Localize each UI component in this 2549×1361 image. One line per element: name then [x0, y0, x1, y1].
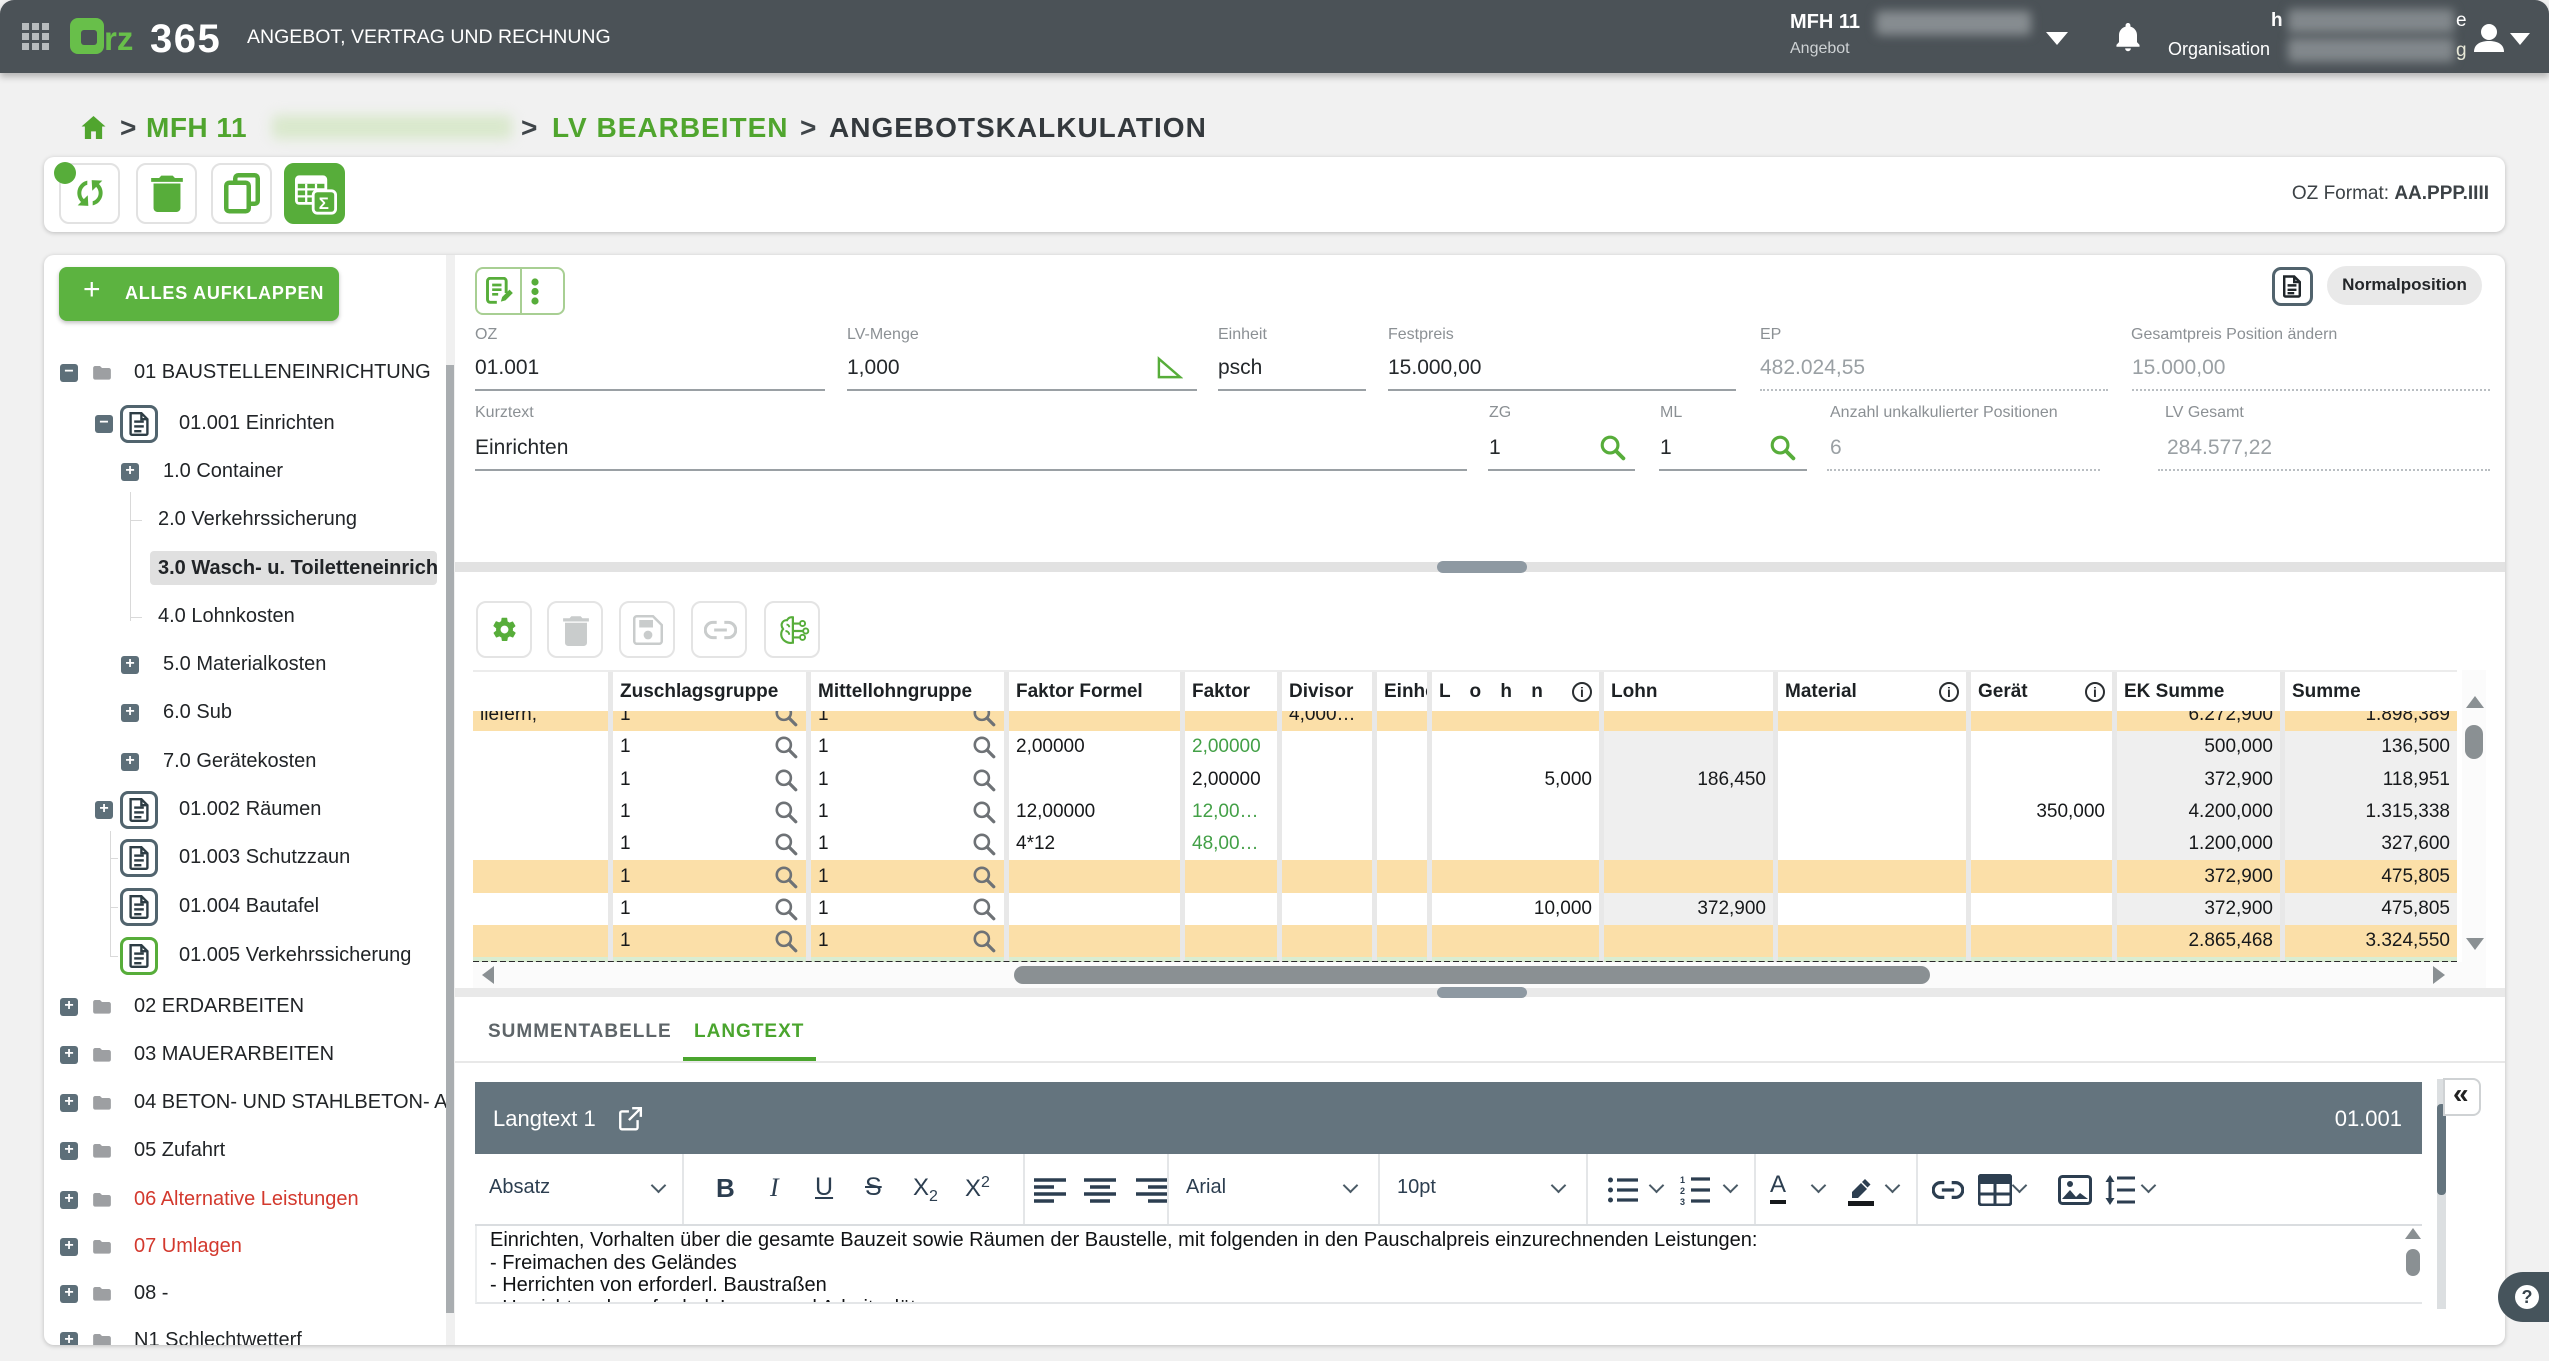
svg-text:Σ: Σ: [319, 194, 329, 213]
svg-text:2: 2: [1680, 1186, 1685, 1196]
svg-text:3: 3: [1680, 1197, 1685, 1205]
svg-text:rz: rz: [104, 20, 133, 57]
svg-text:1: 1: [1680, 1175, 1685, 1185]
svg-text:365: 365: [150, 18, 221, 60]
